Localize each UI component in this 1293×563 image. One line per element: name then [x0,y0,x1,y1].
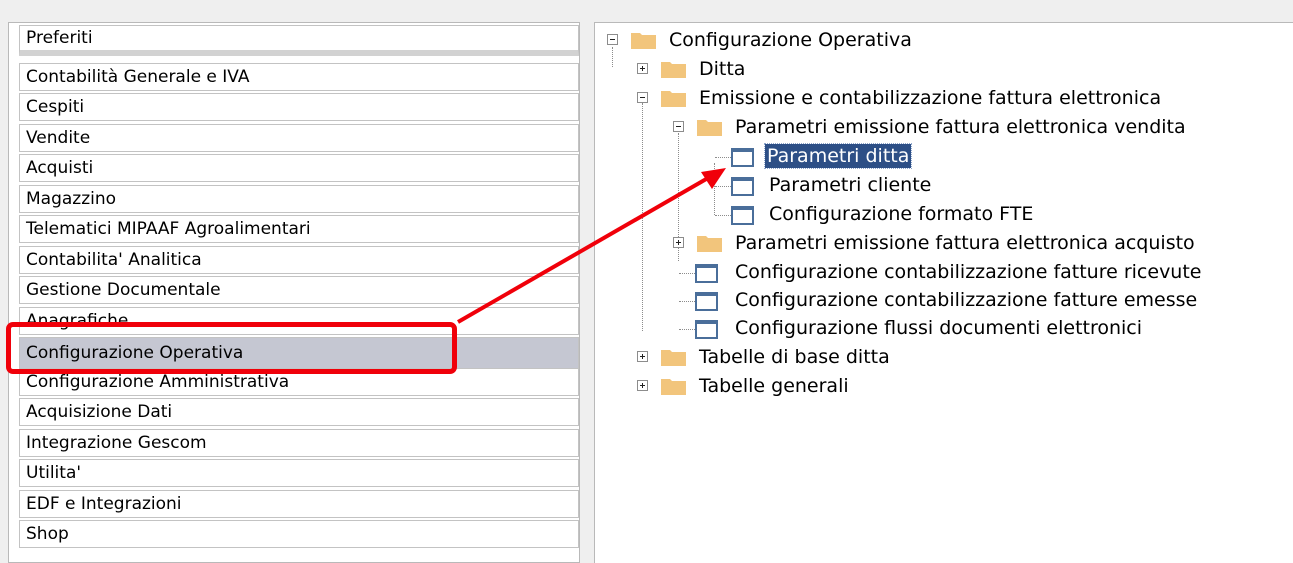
expand-icon[interactable] [637,380,648,391]
menu-item-telematici-mipaaf[interactable]: Telematici MIPAAF Agroalimentari [19,215,579,243]
tree-node-config-contab-emesse[interactable]: Configurazione contabilizzazione fatture… [595,287,1293,315]
tree-node-label: Emissione e contabilizzazione fattura el… [699,87,1162,109]
folder-icon [697,120,722,136]
tree-node-label: Configurazione flussi documenti elettron… [735,317,1143,339]
tree-node-label: Configurazione contabilizzazione fatture… [735,289,1198,311]
tree-node-tabelle-generali[interactable]: Tabelle generali [595,373,995,401]
tree-node-parametri-cliente[interactable]: Parametri cliente [595,172,995,200]
tree-node-label: Tabelle generali [699,375,849,397]
tree-node-label: Parametri emissione fattura elettronica … [735,116,1186,138]
menu-item-preferiti[interactable]: Preferiti [19,25,579,56]
document-icon [695,292,718,311]
menu-item-vendite[interactable]: Vendite [19,124,579,152]
tree-node-label-selected: Parametri ditta [763,143,913,169]
menu-item-integrazione-gescom[interactable]: Integrazione Gescom [19,429,579,457]
document-icon [731,206,754,225]
tree-node-config-contab-ricevute[interactable]: Configurazione contabilizzazione fatture… [595,259,1293,287]
tree-node-configurazione-formato-fte[interactable]: Configurazione formato FTE [595,201,1095,229]
expand-icon[interactable] [637,351,648,362]
tree-node-configurazione-operativa[interactable]: Configurazione Operativa [595,27,1115,55]
tree-node-ditta[interactable]: Ditta [595,56,895,84]
folder-icon [697,236,722,252]
tree-node-tabelle-base-ditta[interactable]: Tabelle di base ditta [595,344,995,372]
folder-icon [661,350,686,366]
collapse-icon[interactable] [637,92,648,103]
document-icon [695,264,718,283]
document-icon [695,320,718,339]
tree-node-label: Parametri cliente [769,174,932,196]
tree-node-label: Parametri emissione fattura elettronica … [735,232,1195,254]
module-menu-panel: Preferiti Contabilità Generale e IVA Ces… [8,22,580,563]
menu-item-acquisizione-dati[interactable]: Acquisizione Dati [19,398,579,426]
annotation-highlight-box [6,322,457,374]
menu-item-acquisti[interactable]: Acquisti [19,154,579,182]
menu-item-cespiti[interactable]: Cespiti [19,93,579,121]
tree-node-label: Configurazione Operativa [669,29,912,51]
expand-icon[interactable] [673,237,684,248]
tree-view-panel: Configurazione Operativa Ditta Emissione… [594,22,1293,563]
menu-item-gestione-documentale[interactable]: Gestione Documentale [19,276,579,304]
document-icon [731,148,754,167]
tree-node-parametri-emissione-acquisto[interactable]: Parametri emissione fattura elettronica … [595,230,1293,258]
document-icon [731,177,754,196]
tree-node-parametri-emissione-vendita[interactable]: Parametri emissione fattura elettronica … [595,114,1290,142]
folder-icon [661,91,686,107]
tree-node-label: Ditta [699,58,746,80]
tree-node-parametri-ditta[interactable]: Parametri ditta [595,143,995,171]
collapse-icon[interactable] [607,34,618,45]
collapse-icon[interactable] [673,121,684,132]
tree-node-label: Configurazione formato FTE [769,203,1034,225]
tree-node-config-flussi-documenti[interactable]: Configurazione flussi documenti elettron… [595,315,1293,343]
menu-item-edf-integrazioni[interactable]: EDF e Integrazioni [19,490,579,518]
tree-node-emissione-contabilizzazione[interactable]: Emissione e contabilizzazione fattura el… [595,85,1285,113]
menu-item-contabilita-generale[interactable]: Contabilità Generale e IVA [19,63,579,91]
menu-item-shop[interactable]: Shop [19,520,579,548]
folder-icon [661,379,686,395]
folder-icon [661,62,686,78]
folder-icon [631,33,656,49]
menu-item-contabilita-analitica[interactable]: Contabilita' Analitica [19,246,579,274]
menu-item-utilita[interactable]: Utilita' [19,459,579,487]
expand-icon[interactable] [637,63,648,74]
tree-node-label: Configurazione contabilizzazione fatture… [735,261,1202,283]
tree-node-label: Tabelle di base ditta [699,346,890,368]
menu-item-magazzino[interactable]: Magazzino [19,185,579,213]
